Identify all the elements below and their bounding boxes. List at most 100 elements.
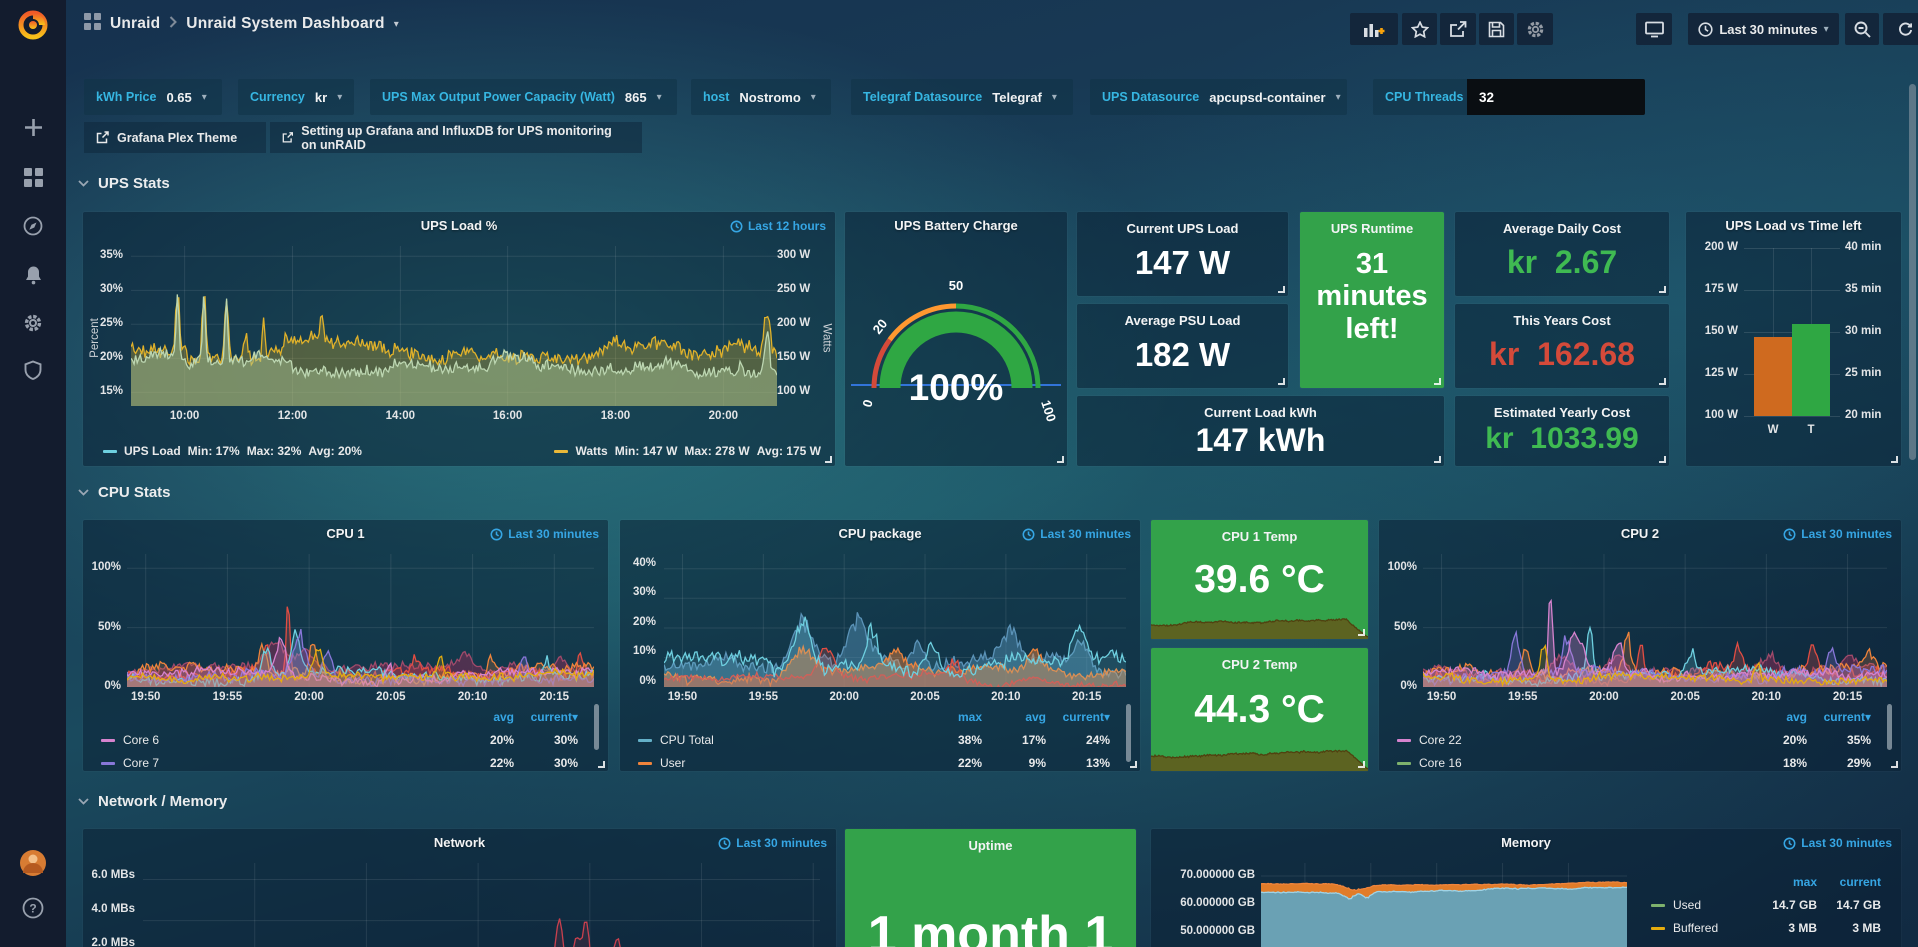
save-button[interactable] (1479, 13, 1514, 45)
svg-text:0: 0 (859, 398, 875, 409)
time-range-label: Last 30 minutes (1719, 22, 1817, 37)
legend-scrollbar[interactable] (594, 704, 599, 750)
clock-icon (730, 220, 743, 233)
panel-average-psu-load: Average PSU Load 182 W (1077, 304, 1288, 388)
clock-icon (1022, 528, 1035, 541)
breadcrumb-app[interactable]: Unraid (110, 15, 160, 33)
help-icon[interactable]: ? (0, 888, 66, 928)
cpu1-chart[interactable] (127, 554, 594, 687)
resize-handle[interactable] (1278, 378, 1285, 385)
legend-row: Core 16 18%29% (1397, 756, 1871, 770)
external-link-icon (282, 131, 293, 144)
panel-time-range[interactable]: Last 30 minutes (718, 836, 827, 850)
share-button[interactable] (1440, 13, 1476, 45)
svg-text:20: 20 (870, 316, 891, 337)
resize-handle[interactable] (1358, 629, 1365, 636)
chevron-right-icon (169, 15, 177, 33)
create-plus-icon[interactable] (0, 107, 66, 147)
breadcrumb-dashboard[interactable]: Unraid System Dashboard (186, 15, 384, 33)
zoom-out-button[interactable] (1845, 13, 1879, 45)
panel-this-years-cost: This Years Cost kr 162.68 (1455, 304, 1669, 388)
apps-grid-icon[interactable] (84, 13, 101, 35)
legend-row: Core 22 20%35% (1397, 733, 1871, 747)
resize-handle[interactable] (1434, 456, 1441, 463)
legend-scrollbar[interactable] (1887, 704, 1892, 750)
settings-gear-button[interactable] (1517, 13, 1553, 45)
bar-time[interactable] (1792, 324, 1830, 416)
variable-currency[interactable]: Currency kr ▾ (238, 79, 354, 115)
resize-handle[interactable] (1891, 456, 1898, 463)
panel-memory: Memory Last 30 minutes 70.000000 GB 60.0… (1151, 829, 1901, 947)
legend-scrollbar[interactable] (1126, 704, 1131, 762)
resize-handle[interactable] (1130, 761, 1137, 768)
add-panel-button[interactable] (1350, 13, 1398, 45)
dashboards-icon[interactable] (0, 157, 66, 197)
resize-handle[interactable] (825, 456, 832, 463)
link-grafana-plex-theme[interactable]: Grafana Plex Theme (84, 122, 266, 153)
star-button[interactable] (1402, 13, 1437, 45)
section-network-memory[interactable]: Network / Memory (78, 793, 227, 810)
panel-time-range[interactable]: Last 12 hours (730, 219, 826, 233)
section-ups-stats[interactable]: UPS Stats (78, 175, 170, 192)
refresh-button[interactable]: 5s ▾ (1883, 13, 1918, 45)
variable-telegraf-datasource[interactable]: Telegraf Datasource Telegraf ▾ (851, 79, 1073, 115)
memory-chart[interactable] (1261, 863, 1627, 947)
series-swatch (638, 739, 652, 742)
dashboard-caret-icon[interactable]: ▾ (394, 19, 399, 30)
resize-handle[interactable] (1278, 286, 1285, 293)
legend-cpu1: avgcurrent▾ Core 6 20%30% Core 7 22%30% (101, 710, 578, 770)
series-swatch (103, 450, 117, 453)
refresh-icon (1898, 22, 1913, 37)
variable-ups-datasource[interactable]: UPS Datasource apcupsd-container ▾ (1090, 79, 1347, 115)
panel-ups-load-vs-time-left: UPS Load vs Time left 200 W 175 W 150 W … (1686, 212, 1901, 466)
legend-ups-load[interactable]: UPS Load Min: 17% Max: 32% Avg: 20% (103, 444, 362, 458)
series-swatch (1397, 762, 1411, 765)
svg-text:100: 100 (1038, 398, 1059, 423)
resize-handle[interactable] (1659, 456, 1666, 463)
ups-bar-chart[interactable] (1744, 248, 1840, 416)
ups-load-chart[interactable] (131, 246, 777, 406)
resize-handle[interactable] (1891, 761, 1898, 768)
user-avatar[interactable] (0, 843, 66, 883)
panel-time-range[interactable]: Last 30 minutes (490, 527, 599, 541)
link-ups-monitoring-guide[interactable]: Setting up Grafana and InfluxDB for UPS … (270, 122, 642, 153)
cpu2-chart[interactable] (1423, 554, 1887, 687)
page-scrollbar[interactable] (1909, 84, 1916, 460)
network-chart[interactable] (143, 863, 820, 947)
x-axis: 19:50 19:55 20:00 20:05 20:10 20:15 (664, 691, 1126, 707)
configuration-gear-icon[interactable] (0, 303, 66, 343)
legend-watts[interactable]: Watts Min: 147 W Max: 278 W Avg: 175 W (554, 444, 821, 458)
resize-handle[interactable] (1358, 761, 1365, 768)
panel-time-range[interactable]: Last 30 minutes (1022, 527, 1131, 541)
cpu-threads-input[interactable] (1467, 79, 1645, 115)
series-swatch (1397, 739, 1411, 742)
grafana-logo-icon[interactable] (0, 4, 66, 46)
top-navbar: Unraid Unraid System Dashboard ▾ Last 3 (66, 0, 1918, 48)
panel-time-range[interactable]: Last 30 minutes (1783, 527, 1892, 541)
cpu2-temp-sparkline (1151, 741, 1368, 771)
explore-compass-icon[interactable] (0, 206, 66, 246)
resize-handle[interactable] (1057, 456, 1064, 463)
panel-time-range[interactable]: Last 30 minutes (1783, 836, 1892, 850)
variable-kwh-price[interactable]: kWh Price 0.65 ▾ (84, 79, 222, 115)
caret-down-icon: ▾ (337, 92, 342, 103)
series-swatch (1651, 927, 1665, 930)
resize-handle[interactable] (1659, 378, 1666, 385)
admin-shield-icon[interactable] (0, 350, 66, 390)
resize-handle[interactable] (1434, 378, 1441, 385)
alerting-bell-icon[interactable] (0, 255, 66, 295)
panel-network: Network Last 30 minutes 6.0 MBs 4.0 MBs … (83, 829, 836, 947)
time-range-picker[interactable]: Last 30 minutes ▾ (1688, 13, 1839, 45)
variable-host[interactable]: host Nostromo ▾ (691, 79, 831, 115)
sidebar: ? (0, 0, 66, 947)
x-axis: 10:00 12:00 14:00 16:00 18:00 20:00 (131, 410, 777, 426)
caret-down-icon: ▾ (1336, 92, 1341, 103)
resize-handle[interactable] (598, 761, 605, 768)
tv-kiosk-button[interactable] (1636, 13, 1672, 45)
section-cpu-stats[interactable]: CPU Stats (78, 484, 171, 501)
cpu-package-chart[interactable] (664, 554, 1126, 687)
variable-ups-max-output[interactable]: UPS Max Output Power Capacity (Watt) 865… (370, 79, 677, 115)
bar-watts[interactable] (1754, 337, 1792, 416)
panel-average-daily-cost: Average Daily Cost kr 2.67 (1455, 212, 1669, 296)
panel-cpu-package: CPU package Last 30 minutes 40% 30% 20% … (620, 520, 1140, 771)
